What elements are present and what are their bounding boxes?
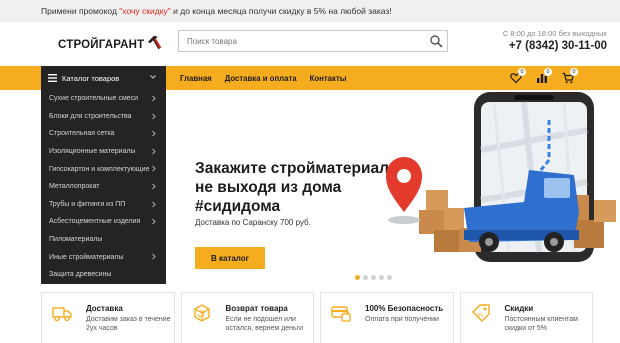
feature-text: Оплата при получении bbox=[365, 316, 439, 323]
return-box-icon bbox=[193, 304, 210, 322]
category-label: Металлопрокат bbox=[49, 183, 100, 191]
feature-title: Возврат товара bbox=[225, 304, 288, 313]
feature-card: Доставка Доставим заказ в течение 2ух ча… bbox=[41, 292, 175, 343]
compare-count: 0 bbox=[544, 68, 552, 76]
search-icon[interactable] bbox=[429, 34, 443, 48]
hero-title-line: Закажите стройматериалы bbox=[195, 160, 403, 177]
promo-suffix: и до конца месяца получи скидку в 5% на … bbox=[170, 6, 392, 16]
hero-title-line: не выходя из дома bbox=[195, 179, 342, 196]
category-label: Сухие строительные смеси bbox=[49, 95, 139, 103]
hero-title-line: #сидидома bbox=[195, 198, 281, 215]
delivery-illustration bbox=[386, 92, 616, 262]
category-item[interactable]: Асбестоцементные изделия bbox=[41, 213, 166, 231]
logo-text: СТРОЙГАРАНТ bbox=[58, 39, 145, 51]
feature-title: Скидки bbox=[504, 304, 534, 313]
nav-links: Главная Доставка и оплата Контакты bbox=[180, 66, 359, 90]
category-item[interactable]: Изоляционные материалы bbox=[41, 143, 166, 161]
category-item[interactable]: Трубы и фитинги из ПП bbox=[41, 196, 166, 214]
catalog-button-label: Каталог товаров bbox=[62, 73, 120, 83]
chevron-right-icon bbox=[152, 201, 156, 207]
slider-dot[interactable] bbox=[371, 275, 376, 280]
svg-text:%: % bbox=[477, 313, 483, 319]
hero-subtitle: Доставка по Саранску 700 руб. bbox=[195, 218, 311, 227]
category-item[interactable]: Сухие строительные смеси bbox=[41, 90, 166, 108]
category-label: Строительная сетка bbox=[49, 130, 115, 138]
chevron-right-icon bbox=[152, 218, 156, 225]
category-menu: Сухие строительные смеси Блоки для строи… bbox=[41, 90, 166, 284]
category-item[interactable]: Строительная сетка bbox=[41, 125, 166, 143]
features-row: Доставка Доставим заказ в течение 2ух ча… bbox=[41, 292, 593, 343]
slider-dot[interactable] bbox=[379, 275, 384, 280]
category-label: Асбестоцементные изделия bbox=[49, 218, 141, 226]
feature-card: % Скидки Постоянным клиентам скидки от 5… bbox=[459, 292, 593, 343]
truck-icon bbox=[52, 307, 72, 322]
slider-dots bbox=[355, 275, 395, 280]
category-label: Защита древесины bbox=[49, 271, 112, 279]
promo-text: Примени промокод "хочу скидку" и до конц… bbox=[41, 6, 392, 16]
feature-title: Доставка bbox=[86, 304, 123, 313]
category-item[interactable]: Гипсокартон и комплектующие bbox=[41, 160, 166, 178]
slider-dot[interactable] bbox=[387, 275, 392, 280]
cart-count: 0 bbox=[570, 68, 578, 76]
slider-dot[interactable] bbox=[355, 275, 360, 280]
discount-tag-icon: % bbox=[471, 304, 490, 322]
promo-bar: Примени промокод "хочу скидку" и до конц… bbox=[0, 0, 620, 22]
feature-title: 100% Безопасность bbox=[365, 304, 444, 313]
category-label: Изоляционные материалы bbox=[49, 148, 136, 156]
category-item[interactable]: Защита древесины bbox=[41, 266, 166, 284]
promo-code: "хочу скидку" bbox=[119, 6, 171, 16]
category-label: Иные стройматериалы bbox=[49, 253, 124, 261]
search-input[interactable] bbox=[179, 31, 424, 51]
chevron-right-icon bbox=[152, 183, 156, 190]
work-hours: С 8:00 до 18:00 без выходных bbox=[502, 29, 607, 38]
nav-link-delivery[interactable]: Доставка и оплата bbox=[225, 74, 297, 83]
category-item[interactable]: Металлопрокат bbox=[41, 178, 166, 196]
chevron-right-icon bbox=[152, 253, 156, 260]
category-item[interactable]: Блоки для строительства bbox=[41, 108, 166, 126]
chevron-down-icon bbox=[150, 75, 156, 79]
logo[interactable]: СТРОЙГАРАНТ bbox=[58, 35, 163, 54]
feature-text: Доставим заказ в течение 2ух часов bbox=[86, 316, 171, 332]
category-item[interactable]: Иные стройматериалы bbox=[41, 248, 166, 266]
contact-block: С 8:00 до 18:00 без выходных +7 (8342) 3… bbox=[503, 29, 607, 52]
feature-text: Если не подошел или остался, вернем день… bbox=[225, 316, 304, 332]
site-header: СТРОЙГАРАНТ С 8:00 до 18:00 без выходных… bbox=[0, 22, 620, 66]
promo-prefix: Примени промокод bbox=[41, 6, 120, 16]
chevron-right-icon bbox=[152, 95, 156, 102]
feature-card: Возврат товара Если не подошел или остал… bbox=[180, 292, 314, 343]
search-box bbox=[178, 30, 448, 52]
favorites-button[interactable]: 0 bbox=[510, 68, 526, 84]
nav-link-home[interactable]: Главная bbox=[180, 74, 212, 83]
category-label: Пиломатериалы bbox=[49, 236, 103, 244]
main-nav: Каталог товаров Главная Доставка и оплат… bbox=[0, 66, 620, 90]
hero-title: Закажите стройматериалы не выходя из дом… bbox=[195, 159, 403, 216]
menu-icon bbox=[48, 74, 57, 82]
favorites-count: 0 bbox=[518, 68, 526, 76]
catalog-cta-button[interactable]: В каталог bbox=[195, 247, 265, 269]
hammer-icon bbox=[148, 35, 162, 50]
feature-card: 100% Безопасность Оплата при получении bbox=[320, 292, 454, 343]
chevron-right-icon bbox=[152, 130, 156, 137]
chevron-right-icon bbox=[152, 166, 156, 172]
category-label: Блоки для строительства bbox=[49, 112, 132, 120]
nav-link-contacts[interactable]: Контакты bbox=[310, 74, 347, 83]
cart-button[interactable]: 0 bbox=[562, 68, 578, 84]
chevron-right-icon bbox=[152, 113, 156, 119]
compare-button[interactable]: 0 bbox=[536, 68, 552, 84]
nav-icons: 0 0 0 bbox=[496, 66, 578, 90]
category-label: Трубы и фитинги из ПП bbox=[49, 200, 126, 208]
hero-banner: Закажите стройматериалы не выходя из дом… bbox=[166, 90, 620, 284]
category-item[interactable]: Пиломатериалы bbox=[41, 231, 166, 249]
phone-link[interactable]: +7 (8342) 30-11-00 bbox=[503, 40, 607, 52]
catalog-button[interactable]: Каталог товаров bbox=[41, 66, 166, 90]
feature-text: Постоянным клиентам скидки от 5% bbox=[504, 316, 578, 332]
secure-payment-icon bbox=[331, 306, 351, 322]
category-label: Гипсокартон и комплектующие bbox=[49, 165, 150, 173]
slider-dot[interactable] bbox=[363, 275, 368, 280]
chevron-right-icon bbox=[152, 148, 156, 155]
